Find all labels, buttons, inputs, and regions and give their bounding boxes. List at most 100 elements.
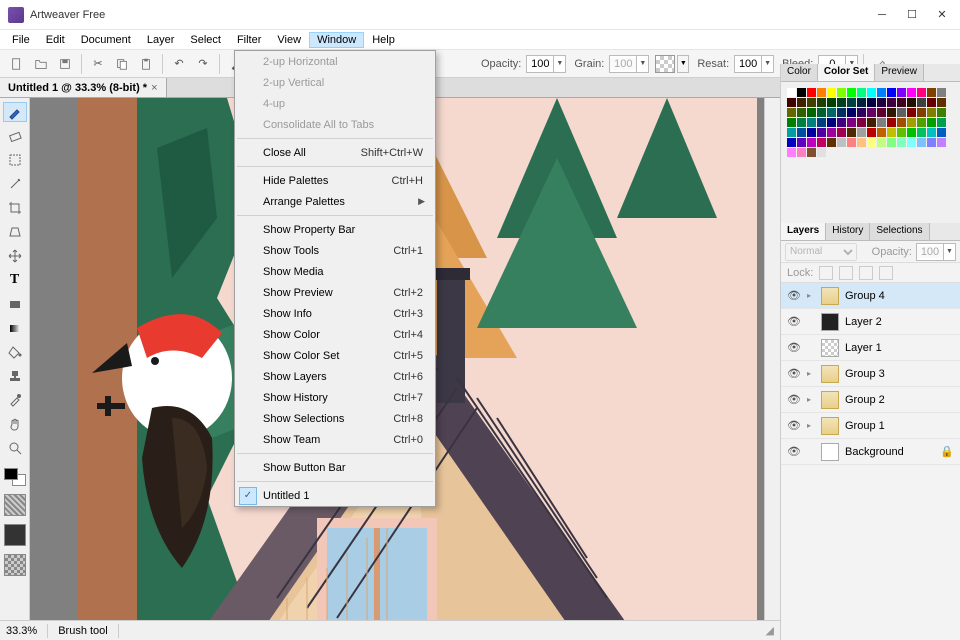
color-swatch-cell[interactable]	[837, 88, 846, 97]
color-swatch-cell[interactable]	[827, 98, 836, 107]
shape-tool[interactable]	[3, 294, 27, 314]
layer-opacity-input[interactable]: ▼	[916, 243, 956, 261]
color-swatch-cell[interactable]	[877, 128, 886, 137]
tab-layers[interactable]: Layers	[781, 223, 826, 240]
color-swatch-cell[interactable]	[787, 128, 796, 137]
opacity-input[interactable]: ▼	[526, 55, 566, 73]
color-swatch-cell[interactable]	[917, 88, 926, 97]
tab-history[interactable]: History	[826, 223, 870, 240]
menu-item-show-tools[interactable]: Show ToolsCtrl+1	[235, 240, 435, 261]
menu-window[interactable]: Window	[309, 32, 364, 48]
color-swatch-cell[interactable]	[827, 88, 836, 97]
menu-edit[interactable]: Edit	[38, 32, 73, 48]
color-set-grid[interactable]	[781, 82, 960, 163]
color-swatch-cell[interactable]	[787, 118, 796, 127]
menu-filter[interactable]: Filter	[229, 32, 269, 48]
expand-icon[interactable]: ▸	[807, 421, 815, 430]
menu-item-show-color-set[interactable]: Show Color SetCtrl+5	[235, 345, 435, 366]
visibility-icon[interactable]: 👁	[787, 419, 801, 432]
visibility-icon[interactable]: 👁	[787, 367, 801, 380]
cut-button[interactable]: ✂	[87, 53, 109, 75]
color-swatch-cell[interactable]	[857, 118, 866, 127]
menu-document[interactable]: Document	[73, 32, 139, 48]
color-swatch-cell[interactable]	[877, 88, 886, 97]
document-tab[interactable]: Untitled 1 @ 33.3% (8-bit) * ×	[0, 78, 167, 97]
eraser-tool[interactable]	[3, 126, 27, 146]
menu-item-hide-palettes[interactable]: Hide PalettesCtrl+H	[235, 170, 435, 191]
redo-button[interactable]: ↷	[192, 53, 214, 75]
color-swatch-cell[interactable]	[937, 98, 946, 107]
tab-selections[interactable]: Selections	[870, 223, 929, 240]
color-swatch-cell[interactable]	[897, 138, 906, 147]
color-swatch-cell[interactable]	[847, 118, 856, 127]
minimize-button[interactable]: ─	[876, 9, 888, 21]
color-swatch-cell[interactable]	[807, 148, 816, 157]
color-swatch-cell[interactable]	[897, 88, 906, 97]
color-swatch-cell[interactable]	[827, 138, 836, 147]
color-swatch-cell[interactable]	[927, 108, 936, 117]
text-tool[interactable]: T	[3, 270, 27, 290]
visibility-icon[interactable]: 👁	[787, 341, 801, 354]
vertical-scrollbar[interactable]	[764, 98, 780, 620]
layer-row[interactable]: 👁▸Group 4	[781, 283, 960, 309]
color-swatch-cell[interactable]	[847, 88, 856, 97]
grain-swatch[interactable]	[655, 55, 675, 73]
layer-row[interactable]: 👁▸Group 1	[781, 413, 960, 439]
color-swatch-cell[interactable]	[917, 98, 926, 107]
color-swatch-cell[interactable]	[807, 98, 816, 107]
color-swatch-cell[interactable]	[897, 128, 906, 137]
color-swatch-cell[interactable]	[927, 88, 936, 97]
layer-row[interactable]: 👁Background🔒	[781, 439, 960, 465]
expand-icon[interactable]: ▸	[807, 395, 815, 404]
menu-item-show-preview[interactable]: Show PreviewCtrl+2	[235, 282, 435, 303]
color-swatch-cell[interactable]	[787, 138, 796, 147]
color-swatch-cell[interactable]	[897, 118, 906, 127]
color-swatch-cell[interactable]	[817, 148, 826, 157]
color-swatch-cell[interactable]	[837, 138, 846, 147]
visibility-icon[interactable]: 👁	[787, 393, 801, 406]
lock-transparency-button[interactable]	[819, 266, 833, 280]
color-swatch-cell[interactable]	[797, 118, 806, 127]
move-tool[interactable]	[3, 246, 27, 266]
close-window-button[interactable]: ✕	[936, 9, 948, 21]
color-swatch-cell[interactable]	[867, 88, 876, 97]
layer-row[interactable]: 👁Layer 1	[781, 335, 960, 361]
color-swatch-cell[interactable]	[867, 108, 876, 117]
color-swatch-cell[interactable]	[907, 98, 916, 107]
color-swatch-cell[interactable]	[787, 148, 796, 157]
pattern-swatch-3[interactable]	[4, 554, 26, 576]
menu-item-show-history[interactable]: Show HistoryCtrl+7	[235, 387, 435, 408]
color-swatch-cell[interactable]	[927, 98, 936, 107]
menu-help[interactable]: Help	[364, 32, 403, 48]
layer-row[interactable]: 👁Layer 2	[781, 309, 960, 335]
color-swatch-cell[interactable]	[787, 98, 796, 107]
color-swatch-cell[interactable]	[807, 138, 816, 147]
blend-mode-select[interactable]: Normal	[785, 243, 857, 261]
color-swatch-cell[interactable]	[887, 118, 896, 127]
color-swatch-cell[interactable]	[867, 118, 876, 127]
layer-row[interactable]: 👁▸Group 2	[781, 387, 960, 413]
color-swatch-cell[interactable]	[797, 88, 806, 97]
menu-layer[interactable]: Layer	[139, 32, 183, 48]
color-swatch-cell[interactable]	[907, 88, 916, 97]
color-swatch-cell[interactable]	[827, 118, 836, 127]
color-swatch-cell[interactable]	[937, 128, 946, 137]
color-swatch-cell[interactable]	[907, 118, 916, 127]
menu-item-show-button-bar[interactable]: Show Button Bar	[235, 457, 435, 478]
color-swatch-cell[interactable]	[877, 98, 886, 107]
color-swatch-cell[interactable]	[847, 138, 856, 147]
menu-item-show-media[interactable]: Show Media	[235, 261, 435, 282]
brush-tool[interactable]	[3, 102, 27, 122]
hand-tool[interactable]	[3, 414, 27, 434]
pattern-swatch-1[interactable]	[4, 494, 26, 516]
color-swatch-cell[interactable]	[937, 118, 946, 127]
color-swatch-cell[interactable]	[857, 138, 866, 147]
color-swatch-cell[interactable]	[807, 118, 816, 127]
color-swatch-cell[interactable]	[867, 98, 876, 107]
color-swatch-cell[interactable]	[927, 118, 936, 127]
color-swatch-cell[interactable]	[797, 138, 806, 147]
tab-preview[interactable]: Preview	[875, 64, 924, 81]
color-swatch-cell[interactable]	[907, 138, 916, 147]
crop-tool[interactable]	[3, 198, 27, 218]
color-swatch-cell[interactable]	[937, 108, 946, 117]
